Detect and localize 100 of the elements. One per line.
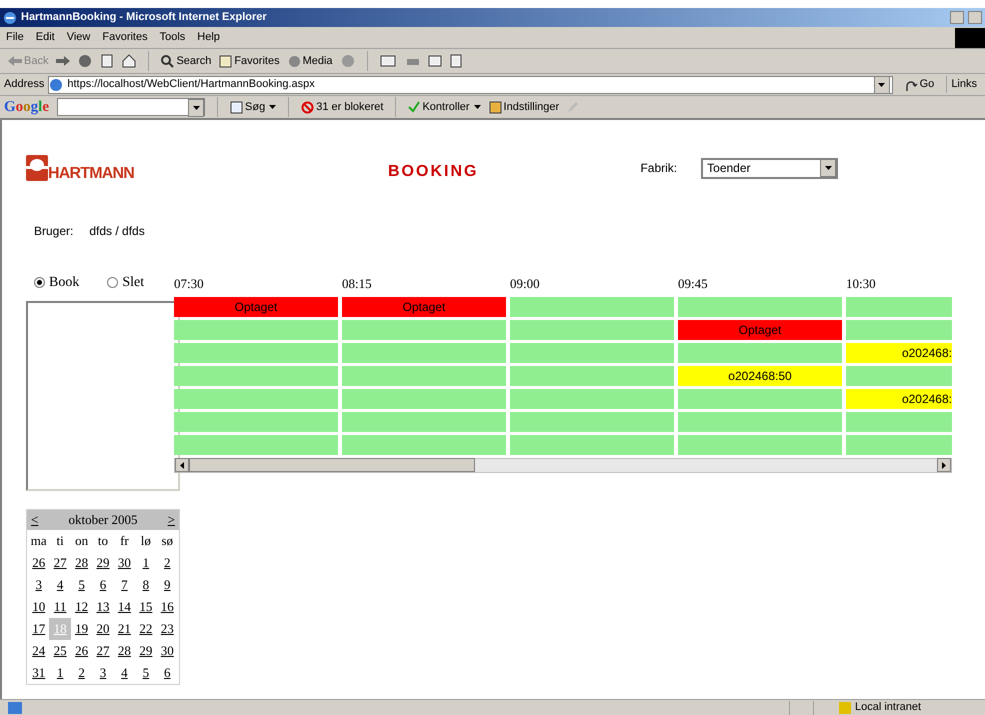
free-slot[interactable] [342,412,506,432]
google-search-field[interactable] [57,98,206,116]
calendar-day[interactable]: 6 [156,662,178,684]
booked-slot[interactable]: o202468: [846,342,952,362]
scrollbar-thumb[interactable] [189,458,475,472]
calendar-day[interactable]: 20 [92,618,114,640]
calendar-day[interactable]: 14 [114,596,136,618]
free-slot[interactable] [678,434,842,454]
calendar-day[interactable]: 3 [92,662,114,684]
radio-button[interactable] [107,277,118,288]
free-slot[interactable] [342,388,506,408]
restore-button[interactable] [968,11,982,24]
calendar-day[interactable]: 1 [49,662,71,684]
calendar-day[interactable]: 26 [70,640,92,662]
calendar-day[interactable]: 5 [135,662,157,684]
free-slot[interactable] [510,296,674,316]
search-button[interactable]: Search [161,52,212,70]
free-slot[interactable] [846,296,952,316]
home-icon[interactable] [122,54,136,68]
free-slot[interactable] [846,366,952,386]
calendar-day[interactable]: 4 [114,662,136,684]
free-slot[interactable] [342,366,506,386]
calendar-day[interactable]: 2 [70,662,92,684]
calendar-day[interactable]: 6 [92,574,114,596]
dropdown-button[interactable] [874,76,890,94]
free-slot[interactable] [846,320,952,340]
calendar-day[interactable]: 22 [135,618,157,640]
calendar-day[interactable]: 12 [70,596,92,618]
free-slot[interactable] [510,388,674,408]
favorites-button[interactable]: Favorites [219,52,280,70]
calendar-day[interactable]: 15 [135,596,157,618]
google-search-button[interactable]: Søg [230,98,276,116]
factory-select[interactable]: Toender [701,158,838,178]
free-slot[interactable] [510,366,674,386]
google-logo[interactable]: Google [4,96,50,118]
calendar-day[interactable]: 21 [114,618,136,640]
calendar-day[interactable]: 23 [156,618,178,640]
calendar-day[interactable]: 27 [49,552,71,574]
popup-blocker-button[interactable]: 31 er blokeret [301,98,384,116]
calendar-day[interactable]: 28 [114,640,136,662]
calendar-day[interactable]: 13 [92,596,114,618]
calendar-day[interactable]: 28 [70,552,92,574]
free-slot[interactable] [510,434,674,454]
free-slot[interactable] [510,412,674,432]
booked-slot[interactable]: o202468:50 [678,366,842,386]
calendar-day[interactable]: 30 [114,552,136,574]
calendar-day[interactable]: 8 [135,574,157,596]
free-slot[interactable] [846,412,952,432]
calendar-day[interactable]: 1 [135,552,157,574]
free-slot[interactable] [342,342,506,362]
free-slot[interactable] [342,320,506,340]
free-slot[interactable] [678,342,842,362]
free-slot[interactable] [678,412,842,432]
calendar-day[interactable]: 26 [28,552,50,574]
calendar-day[interactable]: 5 [70,574,92,596]
scroll-left-button[interactable] [175,458,189,472]
menu-item[interactable]: Favorites [96,29,154,46]
next-month-link[interactable]: > [168,510,175,530]
calendar-day[interactable]: 29 [92,552,114,574]
free-slot[interactable] [678,388,842,408]
calendar-day[interactable]: 2 [156,552,178,574]
spellcheck-button[interactable]: Kontroller [408,98,481,116]
calendar-day[interactable]: 17 [28,618,50,640]
menu-item[interactable]: View [60,29,96,46]
free-slot[interactable] [678,296,842,316]
go-button[interactable]: Go [896,76,942,93]
calendar-day[interactable]: 3 [28,574,50,596]
booking-list[interactable] [26,301,180,491]
calendar-day[interactable]: 29 [135,640,157,662]
media-button[interactable]: Media [288,52,333,70]
calendar-day[interactable]: 31 [28,662,50,684]
calendar-day[interactable]: 25 [49,640,71,662]
calendar-day[interactable]: 9 [156,574,178,596]
menu-item[interactable]: File [0,29,30,46]
occupied-slot[interactable]: Optaget [678,320,842,340]
calendar-day[interactable]: 11 [49,596,71,618]
calendar-day[interactable]: 10 [28,596,50,618]
menu-item[interactable]: Edit [30,29,61,46]
address-field[interactable]: https://localhost/WebClient/HartmannBooking.aspx [48,76,893,94]
dropdown-button[interactable] [188,99,204,117]
scroll-right-button[interactable] [937,458,951,472]
minimize-button[interactable] [950,11,964,24]
forward-arrow-icon[interactable] [56,56,70,66]
menu-item[interactable]: Help [191,29,226,46]
booked-slot[interactable]: o202468: [846,388,952,408]
dropdown-button[interactable] [820,159,836,177]
pencil-icon[interactable] [567,101,580,113]
calendar-day[interactable]: 19 [70,618,92,640]
calendar-day[interactable]: 27 [92,640,114,662]
free-slot[interactable] [342,434,506,454]
calendar-day[interactable]: 30 [156,640,178,662]
links-button[interactable]: Links [946,76,981,93]
menu-item[interactable]: Tools [154,29,192,46]
calendar-day[interactable]: 24 [28,640,50,662]
horizontal-scrollbar[interactable] [174,458,952,472]
occupied-slot[interactable]: Optaget [174,296,338,316]
calendar-day[interactable]: 4 [49,574,71,596]
calendar-day[interactable]: 7 [114,574,136,596]
calendar-day[interactable]: 16 [156,596,178,618]
settings-button[interactable]: Indstillinger [488,98,560,116]
